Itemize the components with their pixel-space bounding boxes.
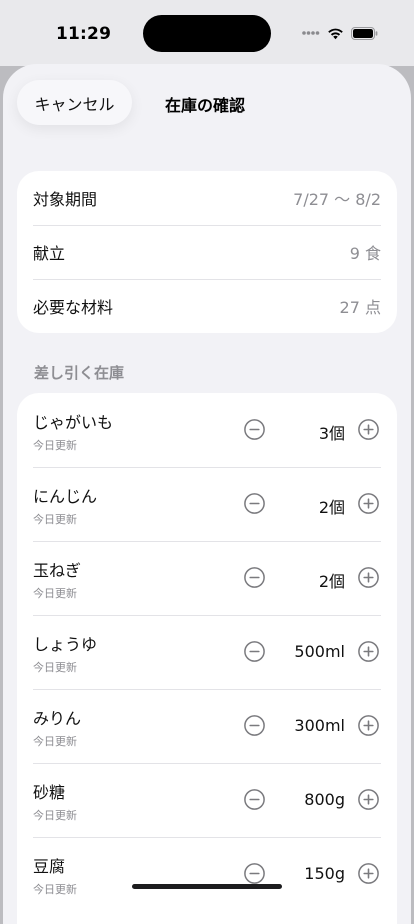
minus-circle-icon[interactable] [244, 863, 265, 884]
minus-circle-icon[interactable] [244, 493, 265, 514]
plus-circle-icon[interactable] [358, 641, 379, 662]
item-name: 玉ねぎ [33, 561, 82, 580]
summary-row-ingredients: 必要な材料 27 点 [17, 279, 397, 333]
inventory-row: 砂糖 今日更新 800g [17, 763, 397, 837]
sheet-title: 在庫の確認 [165, 96, 246, 115]
section-header-inventory: 差し引く在庫 [34, 364, 125, 382]
cancel-button[interactable]: キャンセル [17, 80, 132, 125]
item-quantity: 2個 [318, 572, 345, 591]
item-quantity: 2個 [318, 498, 345, 517]
plus-circle-icon[interactable] [358, 715, 379, 736]
inventory-list: じゃがいも 今日更新 3個 にんじん 今日更新 2個 玉ねぎ 今日更新 2個 し… [17, 393, 397, 924]
item-updated: 今日更新 [33, 735, 77, 748]
inventory-confirm-sheet: キャンセル 在庫の確認 対象期間 7/27 〜 8/2 献立 9 食 必要な材料… [3, 64, 411, 924]
status-bar: 11:29 [0, 0, 414, 66]
plus-circle-icon[interactable] [358, 567, 379, 588]
inventory-row: じゃがいも 今日更新 3個 [17, 393, 397, 467]
summary-value: 9 食 [349, 244, 381, 263]
battery-icon [351, 26, 378, 40]
item-name: じゃがいも [33, 413, 114, 432]
inventory-row: 玉ねぎ 今日更新 2個 [17, 541, 397, 615]
item-quantity: 300ml [294, 716, 345, 735]
summary-label: 必要な材料 [33, 298, 114, 317]
summary-label: 献立 [33, 244, 66, 263]
status-time: 11:29 [56, 24, 112, 44]
item-name: にんじん [33, 487, 98, 506]
item-updated: 今日更新 [33, 587, 77, 600]
home-indicator [132, 884, 282, 889]
inventory-row: にんじん 今日更新 2個 [17, 467, 397, 541]
summary-row-meals: 献立 9 食 [17, 225, 397, 279]
item-updated: 今日更新 [33, 661, 77, 674]
wifi-icon [328, 28, 343, 39]
summary-row-period: 対象期間 7/27 〜 8/2 [17, 171, 397, 225]
minus-circle-icon[interactable] [244, 567, 265, 588]
summary-card: 対象期間 7/27 〜 8/2 献立 9 食 必要な材料 27 点 [17, 171, 397, 333]
inventory-row: みりん 今日更新 300ml [17, 689, 397, 763]
inventory-row: しょうゆ 今日更新 500ml [17, 615, 397, 689]
minus-circle-icon[interactable] [244, 715, 265, 736]
item-name: しょうゆ [33, 635, 98, 654]
item-quantity: 800g [304, 790, 345, 809]
cellular-signal-icon [302, 31, 320, 35]
dynamic-island [143, 15, 271, 52]
minus-circle-icon[interactable] [244, 641, 265, 662]
item-name: 砂糖 [33, 783, 66, 802]
item-updated: 今日更新 [33, 883, 77, 896]
item-quantity: 3個 [318, 424, 345, 443]
minus-circle-icon[interactable] [244, 419, 265, 440]
item-name: 豆腐 [33, 857, 66, 876]
status-icons [302, 25, 378, 41]
minus-circle-icon[interactable] [244, 789, 265, 810]
item-quantity: 500ml [294, 642, 345, 661]
item-updated: 今日更新 [33, 809, 77, 822]
plus-circle-icon[interactable] [358, 789, 379, 810]
item-updated: 今日更新 [33, 513, 77, 526]
item-updated: 今日更新 [33, 439, 77, 452]
summary-label: 対象期間 [33, 190, 98, 209]
plus-circle-icon[interactable] [358, 493, 379, 514]
item-name: みりん [33, 709, 82, 728]
plus-circle-icon[interactable] [358, 419, 379, 440]
summary-value: 7/27 〜 8/2 [293, 190, 381, 209]
item-quantity: 150g [304, 864, 345, 883]
plus-circle-icon[interactable] [358, 863, 379, 884]
summary-value: 27 点 [339, 298, 381, 317]
